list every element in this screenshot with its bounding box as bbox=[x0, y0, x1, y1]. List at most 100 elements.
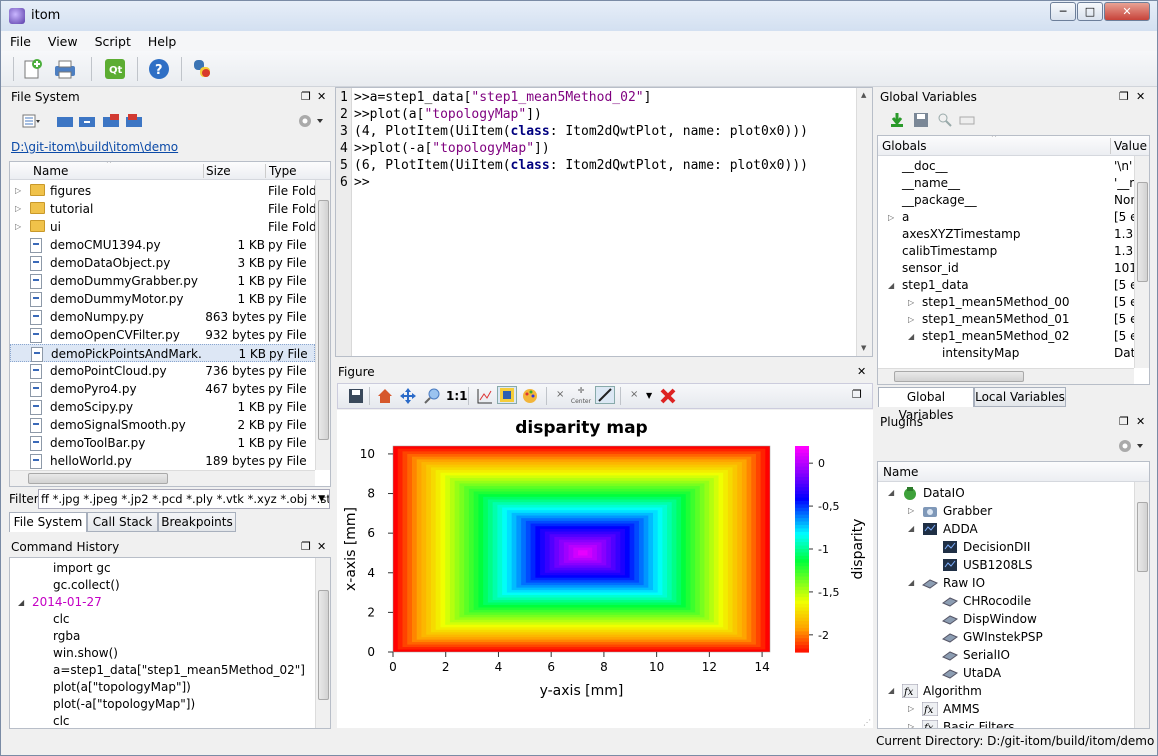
chevron-down-icon[interactable]: ▼ bbox=[646, 391, 652, 400]
menu-help[interactable]: Help bbox=[148, 34, 177, 49]
delete-all-button[interactable] bbox=[658, 387, 678, 405]
delete-marker-icon[interactable]: × bbox=[556, 389, 564, 400]
close-dock-icon[interactable]: ✕ bbox=[317, 538, 326, 556]
new-folder-button[interactable] bbox=[77, 112, 97, 130]
float-dock-icon[interactable]: ❐ bbox=[1119, 88, 1129, 106]
globals-row[interactable]: __name__ '__main__' bbox=[878, 175, 1134, 192]
float-dock-icon[interactable]: ❐ bbox=[301, 538, 311, 556]
plugin-row[interactable]: ▷ fx Basic Filters bbox=[878, 718, 1134, 728]
file-list-row[interactable]: demoDataObject.py 3 KB py File bbox=[10, 254, 315, 272]
scale-1-1-button[interactable]: 1:1 bbox=[446, 389, 468, 403]
expand-arrow-icon[interactable]: ▷ bbox=[15, 218, 25, 236]
file-list-row[interactable]: ▷ ui File Folder bbox=[10, 218, 316, 236]
python-console[interactable]: 1 >>a=step1_data["step1_mean5Method_02"] 2… bbox=[335, 87, 873, 357]
history-item[interactable]: plot(a["topologyMap"]) bbox=[10, 679, 310, 696]
file-list-row[interactable]: ▷ figures File Folder bbox=[10, 182, 316, 200]
plugins-settings-button[interactable] bbox=[1113, 437, 1147, 455]
column-value[interactable]: Value bbox=[1114, 137, 1147, 155]
plugin-row[interactable]: CHRocodile bbox=[878, 592, 1134, 610]
plugin-row[interactable]: ◢ ADDA bbox=[878, 520, 1134, 538]
float-dock-icon[interactable]: ❐ bbox=[1119, 413, 1129, 431]
linecut-button[interactable] bbox=[475, 387, 495, 405]
scroll-thumb[interactable] bbox=[1137, 502, 1148, 572]
import-button[interactable] bbox=[887, 111, 907, 129]
qt-designer-button[interactable]: Qt bbox=[103, 57, 127, 81]
minimize-button[interactable]: ─ bbox=[1050, 2, 1076, 21]
python-button[interactable] bbox=[190, 57, 214, 81]
collapse-arrow-icon[interactable]: ◢ bbox=[888, 682, 894, 700]
file-list-row[interactable]: ▷ tutorial File Folder bbox=[10, 200, 316, 218]
view-options-button[interactable] bbox=[21, 112, 41, 130]
print-button[interactable] bbox=[53, 57, 77, 81]
new-script-button[interactable] bbox=[21, 57, 45, 81]
expand-arrow-icon[interactable]: ▷ bbox=[908, 502, 914, 520]
expand-arrow-icon[interactable]: ▷ bbox=[15, 200, 25, 218]
column-type[interactable]: Type bbox=[269, 162, 297, 180]
globals-row[interactable]: sensor_id 1010 bbox=[878, 260, 1134, 277]
console-vscroll[interactable]: ▲ ▼ bbox=[856, 88, 872, 356]
expand-arrow-icon[interactable]: ◢ bbox=[18, 594, 24, 611]
history-date-group[interactable]: ◢ 2014-01-27 bbox=[10, 594, 310, 611]
collapse-arrow-icon[interactable]: ◢ bbox=[888, 484, 894, 502]
file-list-row[interactable]: demoDummyGrabber.py 1 KB py File bbox=[10, 272, 315, 290]
tab-call-stack[interactable]: Call Stack bbox=[87, 512, 158, 532]
column-size[interactable]: Size bbox=[206, 162, 231, 180]
file-list-row[interactable]: demoPointCloud.py 736 bytes py File bbox=[10, 362, 315, 380]
globals-row[interactable]: ◢ step1_data [5 elements] bbox=[878, 277, 1134, 294]
history-item[interactable]: win.show() bbox=[10, 645, 310, 662]
tab-local-variables[interactable]: Local Variables bbox=[974, 387, 1066, 407]
file-list-row[interactable]: helloWorld.py 189 bytes py File bbox=[10, 452, 315, 470]
history-item[interactable]: clc bbox=[10, 713, 310, 728]
undock-figure-icon[interactable]: ❐ bbox=[852, 388, 862, 401]
file-list-vscroll[interactable] bbox=[315, 180, 330, 470]
file-list-row[interactable]: demoPickPointsAndMark... 1 KB py File bbox=[10, 344, 315, 362]
collapse-arrow-icon[interactable]: ◢ bbox=[908, 520, 914, 538]
expand-arrow-icon[interactable]: ▷ bbox=[908, 294, 914, 311]
filter-select[interactable]: ff *.jpg *.jpeg *.jp2 *.pcd *.ply *.vtk … bbox=[38, 489, 330, 509]
collapse-arrow-icon[interactable]: ◢ bbox=[908, 328, 914, 345]
tab-global-variables[interactable]: Global Variables bbox=[878, 387, 974, 422]
globals-row[interactable]: intensityMap DataObject bbox=[878, 345, 1134, 362]
float-dock-icon[interactable]: ❐ bbox=[301, 88, 311, 106]
collapse-arrow-icon[interactable]: ◢ bbox=[888, 277, 894, 294]
expand-arrow-icon[interactable]: ▷ bbox=[908, 700, 914, 718]
tab-breakpoints[interactable]: Breakpoints bbox=[158, 512, 236, 532]
globals-row[interactable]: __doc__ '\n' bbox=[878, 158, 1134, 175]
file-list-row[interactable]: demoToolBar.py 1 KB py File bbox=[10, 434, 315, 452]
home-button[interactable] bbox=[375, 387, 395, 405]
plugin-row[interactable]: ◢ DataIO bbox=[878, 484, 1134, 502]
menu-file[interactable]: File bbox=[10, 34, 31, 49]
plugin-row[interactable]: ◢ fx Algorithm bbox=[878, 682, 1134, 700]
globals-row[interactable]: __package__ None bbox=[878, 192, 1134, 209]
help-button[interactable]: ? bbox=[147, 57, 171, 81]
draw-line-button[interactable] bbox=[595, 386, 615, 404]
file-list-row[interactable]: demoScipy.py 1 KB py File bbox=[10, 398, 315, 416]
history-item[interactable]: gc.collect() bbox=[10, 577, 310, 594]
scroll-thumb[interactable] bbox=[318, 200, 329, 440]
file-list-row[interactable]: demoCMU1394.py 1 KB py File bbox=[10, 236, 315, 254]
collapse-arrow-icon[interactable]: ◢ bbox=[908, 574, 914, 592]
globals-vscroll[interactable] bbox=[1134, 156, 1149, 368]
file-list-hscroll[interactable] bbox=[10, 470, 315, 486]
expand-arrow-icon[interactable]: ▷ bbox=[15, 182, 25, 200]
plugins-vscroll[interactable] bbox=[1134, 482, 1149, 728]
history-item[interactable]: clc bbox=[10, 611, 310, 628]
expand-arrow-icon[interactable]: ▷ bbox=[908, 718, 914, 728]
tab-file-system[interactable]: File System bbox=[9, 512, 87, 532]
globals-hscroll[interactable] bbox=[878, 368, 1134, 384]
close-dock-icon[interactable]: ✕ bbox=[317, 88, 326, 106]
menu-script[interactable]: Script bbox=[95, 34, 131, 49]
plugin-row[interactable]: ▷ fx AMMS bbox=[878, 700, 1134, 718]
rename-folder-button[interactable] bbox=[124, 112, 144, 130]
close-dock-icon[interactable]: ✕ bbox=[857, 363, 866, 381]
pan-button[interactable] bbox=[398, 387, 418, 405]
colorbar-toggle-button[interactable] bbox=[497, 386, 517, 404]
globals-row[interactable]: axesXYZTimestamp 1.36 bbox=[878, 226, 1134, 243]
plugin-row[interactable]: GWInstekPSP bbox=[878, 628, 1134, 646]
expand-arrow-icon[interactable]: ▷ bbox=[908, 311, 914, 328]
save-figure-button[interactable] bbox=[346, 387, 366, 405]
globals-row[interactable]: ▷ a [5 elements] bbox=[878, 209, 1134, 226]
scroll-thumb[interactable] bbox=[894, 371, 1024, 382]
close-button[interactable]: ✕ bbox=[1104, 2, 1150, 21]
plugin-row[interactable]: SerialIO bbox=[878, 646, 1134, 664]
